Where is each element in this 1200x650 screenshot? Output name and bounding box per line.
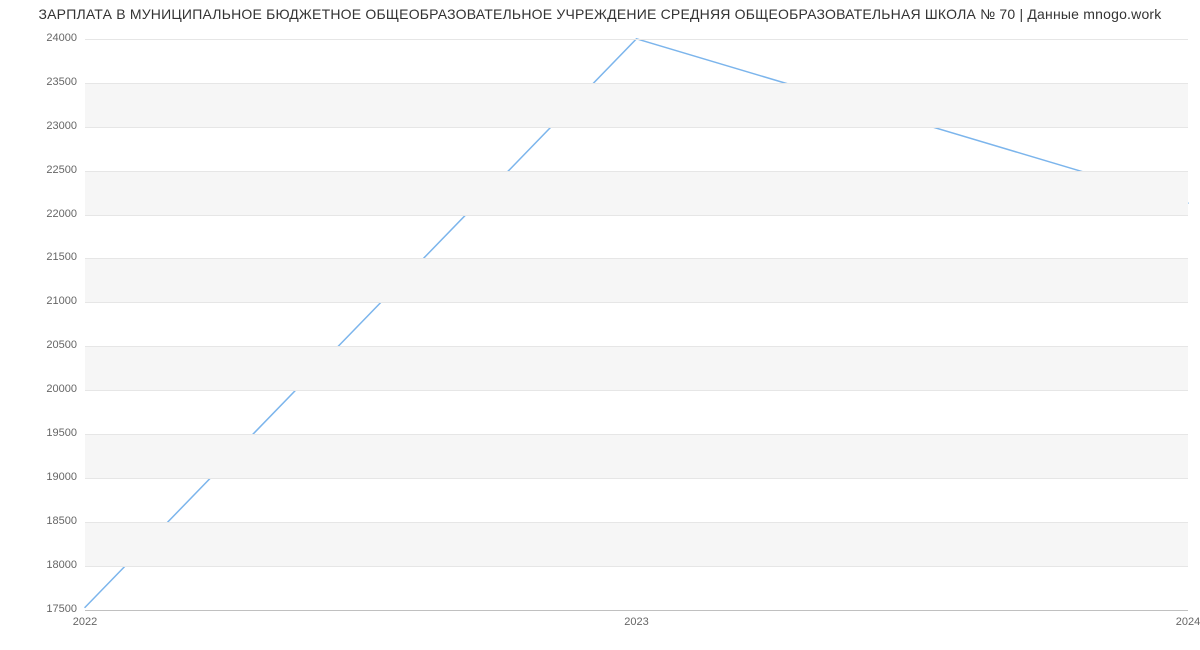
gridline-y [85, 390, 1188, 391]
grid-band [85, 346, 1188, 390]
x-axis-line [85, 610, 1188, 611]
grid-band [85, 83, 1188, 127]
gridline-y [85, 522, 1188, 523]
y-tick-label: 24000 [25, 32, 77, 44]
y-tick-label: 23000 [25, 120, 77, 132]
y-tick-label: 19500 [25, 427, 77, 439]
x-tick-label: 2022 [55, 616, 115, 628]
y-tick-label: 22000 [25, 208, 77, 220]
y-tick-label: 21500 [25, 251, 77, 263]
y-tick-label: 21000 [25, 295, 77, 307]
salary-line-chart: ЗАРПЛАТА В МУНИЦИПАЛЬНОЕ БЮДЖЕТНОЕ ОБЩЕО… [0, 0, 1200, 650]
gridline-y [85, 434, 1188, 435]
y-tick-label: 19000 [25, 471, 77, 483]
y-tick-label: 20500 [25, 339, 77, 351]
y-tick-label: 23500 [25, 76, 77, 88]
y-tick-label: 20000 [25, 383, 77, 395]
gridline-y [85, 258, 1188, 259]
grid-band [85, 258, 1188, 302]
y-tick-label: 22500 [25, 164, 77, 176]
x-tick-label: 2023 [607, 616, 667, 628]
gridline-y [85, 39, 1188, 40]
gridline-y [85, 478, 1188, 479]
gridline-y [85, 302, 1188, 303]
gridline-y [85, 171, 1188, 172]
gridline-y [85, 215, 1188, 216]
x-tick-label: 2024 [1158, 616, 1200, 628]
y-tick-label: 17500 [25, 603, 77, 615]
gridline-y [85, 83, 1188, 84]
y-tick-label: 18500 [25, 515, 77, 527]
gridline-y [85, 346, 1188, 347]
grid-band [85, 434, 1188, 478]
grid-band [85, 171, 1188, 215]
grid-band [85, 522, 1188, 566]
gridline-y [85, 566, 1188, 567]
gridline-y [85, 127, 1188, 128]
y-tick-label: 18000 [25, 559, 77, 571]
